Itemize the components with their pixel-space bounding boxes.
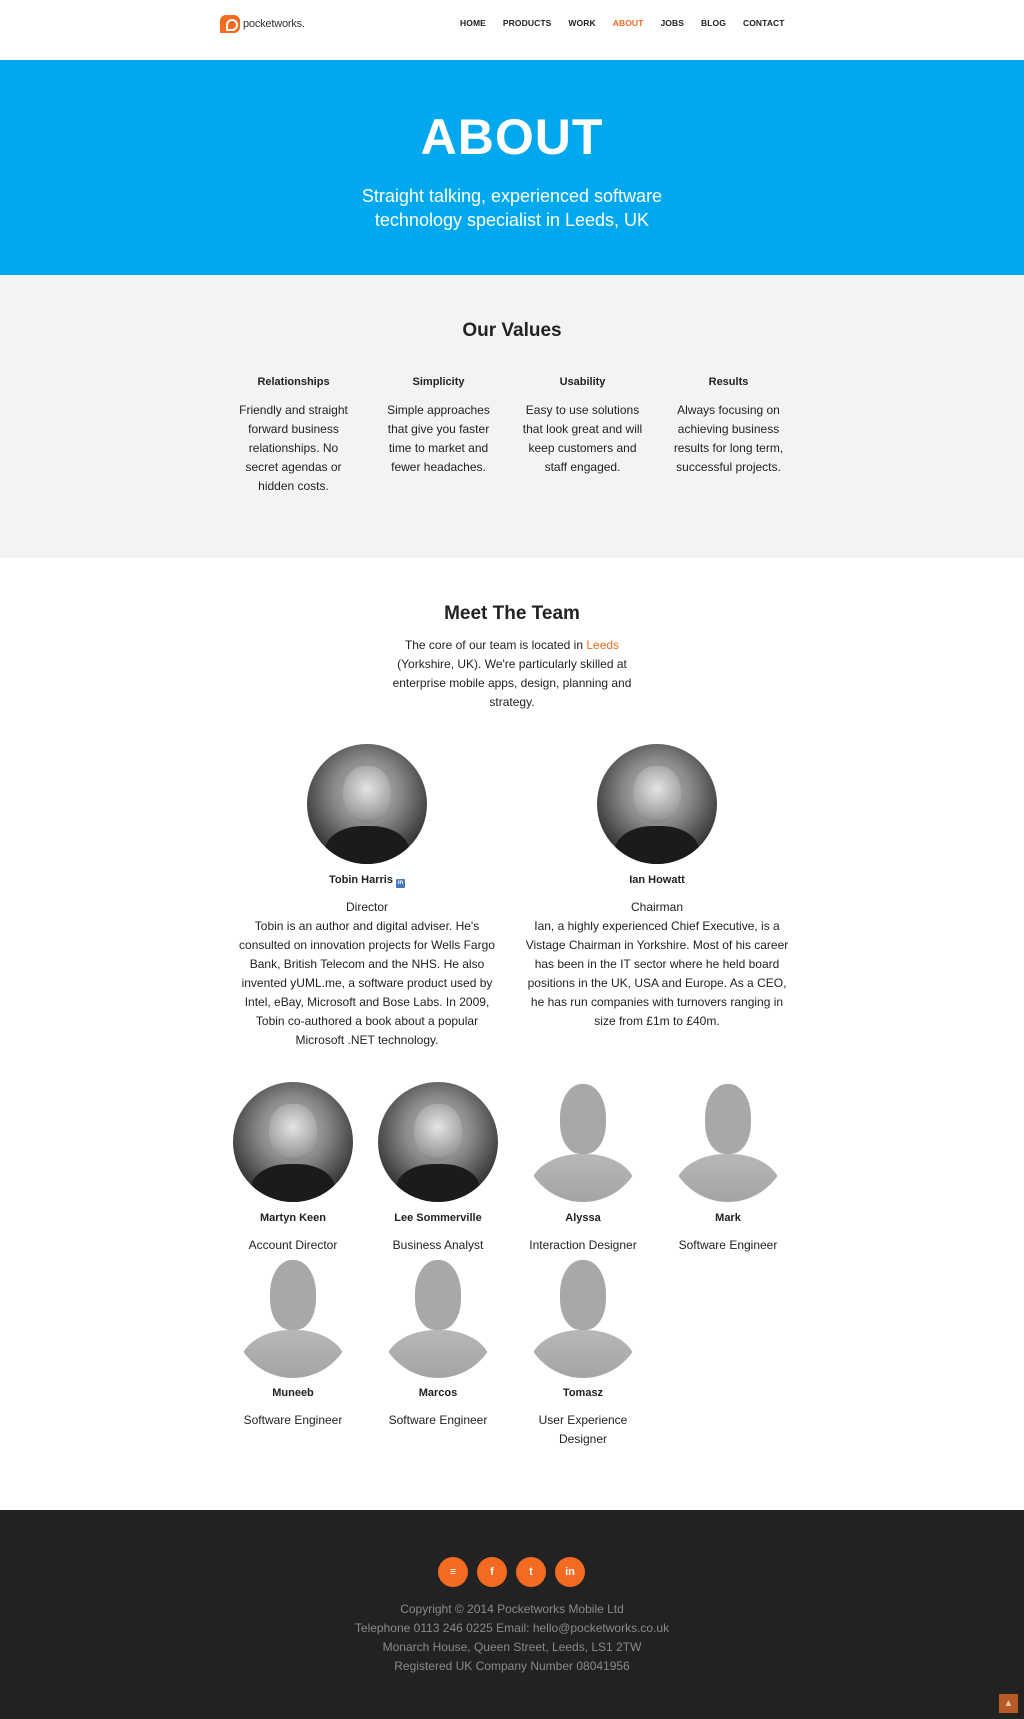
company-number-text: Registered UK Company Number 08041956 bbox=[394, 1659, 630, 1673]
value-text: Always focusing on achieving business re… bbox=[673, 403, 784, 474]
copyright-text: Copyright © 2014 Pocketworks Mobile Ltd bbox=[400, 1602, 624, 1616]
twitter-icon[interactable]: t bbox=[516, 1557, 546, 1587]
value-title: Usability bbox=[559, 376, 606, 388]
values-section: Our Values Relationships Friendly and st… bbox=[0, 275, 1024, 558]
member-name: Tobin Harris in bbox=[329, 874, 405, 888]
site-footer: ≡ f t in Copyright © 2014 Pocketworks Mo… bbox=[0, 1510, 1024, 1719]
member-bio: Ian, a highly experienced Chief Executiv… bbox=[525, 919, 789, 1028]
member-name: Lee Sommerville bbox=[394, 1212, 482, 1224]
value-usability: Usability Easy to use solutions that loo… bbox=[520, 375, 645, 477]
nav-products[interactable]: PRODUCTS bbox=[503, 18, 552, 28]
member-role: Director bbox=[345, 900, 388, 914]
member-name: Tomasz bbox=[562, 1387, 604, 1399]
rss-icon[interactable]: ≡ bbox=[438, 1557, 468, 1587]
member-name: Martyn Keen bbox=[259, 1212, 327, 1224]
member-name: Alyssa bbox=[565, 1212, 601, 1224]
value-relationships: Relationships Friendly and straight forw… bbox=[231, 375, 356, 496]
value-text: Easy to use solutions that look great an… bbox=[522, 403, 643, 474]
avatar-placeholder-icon bbox=[523, 1258, 643, 1378]
avatar-placeholder-icon bbox=[668, 1082, 788, 1202]
page-title: ABOUT bbox=[420, 109, 604, 165]
member-role: User Experience Designer bbox=[538, 1413, 628, 1446]
member-role: Interaction Designer bbox=[529, 1238, 637, 1252]
member-role: Chairman bbox=[630, 900, 684, 914]
avatar-martyn-keen bbox=[233, 1082, 353, 1202]
nav-home[interactable]: HOME bbox=[460, 18, 486, 28]
member-name: Mark bbox=[715, 1212, 741, 1224]
value-title: Results bbox=[708, 376, 749, 388]
hero-subtitle: Straight talking, experienced software t… bbox=[361, 186, 663, 230]
avatar-tobin-harris bbox=[307, 744, 427, 864]
member-role: Software Engineer bbox=[388, 1413, 488, 1427]
avatar-lee-sommerville bbox=[378, 1082, 498, 1202]
team-intro: The core of our team is located in Leeds… bbox=[380, 636, 644, 712]
facebook-icon[interactable]: f bbox=[477, 1557, 507, 1587]
member-role: Software Engineer bbox=[243, 1413, 343, 1427]
team-intro-text: The core of our team is located in bbox=[404, 638, 587, 652]
linkedin-icon[interactable]: in bbox=[555, 1557, 585, 1587]
footer-info: Copyright © 2014 Pocketworks Mobile Ltd … bbox=[0, 1600, 1024, 1676]
value-title: Simplicity bbox=[412, 376, 465, 388]
values-title: Our Values bbox=[462, 320, 562, 341]
linkedin-icon[interactable]: in bbox=[395, 879, 405, 888]
nav-blog[interactable]: BLOG bbox=[701, 18, 726, 28]
member-name: Muneeb bbox=[272, 1387, 314, 1399]
value-simplicity: Simplicity Simple approaches that give y… bbox=[376, 375, 501, 477]
avatar-placeholder-icon bbox=[378, 1258, 498, 1378]
address-text: Monarch House, Queen Street, Leeds, LS1 … bbox=[382, 1640, 642, 1654]
pocketworks-logo-icon bbox=[220, 15, 240, 33]
member-name: Marcos bbox=[418, 1387, 458, 1399]
logo[interactable]: pocketworks. bbox=[220, 15, 305, 33]
main-nav: HOME PRODUCTS WORK ABOUT JOBS BLOG CONTA… bbox=[460, 18, 802, 28]
hero-banner: ABOUT Straight talking, experienced soft… bbox=[0, 60, 1024, 275]
member-role: Software Engineer bbox=[678, 1238, 778, 1252]
value-results: Results Always focusing on achieving bus… bbox=[666, 375, 791, 477]
contact-text: Telephone 0113 246 0225 Email: hello@poc… bbox=[354, 1621, 670, 1635]
member-bio: Tobin is an author and digital adviser. … bbox=[239, 919, 495, 1047]
team-intro-text: (Yorkshire, UK). We're particularly skil… bbox=[392, 657, 632, 709]
social-links: ≡ f t in bbox=[438, 1557, 585, 1587]
logo-text: pocketworks. bbox=[243, 18, 305, 30]
team-title: Meet The Team bbox=[444, 603, 580, 624]
leeds-link[interactable]: Leeds bbox=[586, 638, 619, 652]
back-to-top-icon[interactable]: ▲ bbox=[999, 1694, 1018, 1713]
avatar-placeholder-icon bbox=[523, 1082, 643, 1202]
member-role: Account Director bbox=[248, 1238, 338, 1252]
site-header: pocketworks. HOME PRODUCTS WORK ABOUT JO… bbox=[0, 0, 1024, 60]
value-text: Simple approaches that give you faster t… bbox=[387, 403, 490, 474]
member-name: Ian Howatt bbox=[629, 874, 685, 886]
avatar-placeholder-icon bbox=[233, 1258, 353, 1378]
value-title: Relationships bbox=[257, 376, 330, 388]
value-text: Friendly and straight forward business r… bbox=[239, 403, 348, 493]
member-role: Business Analyst bbox=[392, 1238, 484, 1252]
nav-about[interactable]: ABOUT bbox=[613, 18, 644, 28]
nav-contact[interactable]: CONTACT bbox=[743, 18, 785, 28]
nav-jobs[interactable]: JOBS bbox=[660, 18, 684, 28]
nav-work[interactable]: WORK bbox=[568, 18, 595, 28]
avatar-ian-howatt bbox=[597, 744, 717, 864]
